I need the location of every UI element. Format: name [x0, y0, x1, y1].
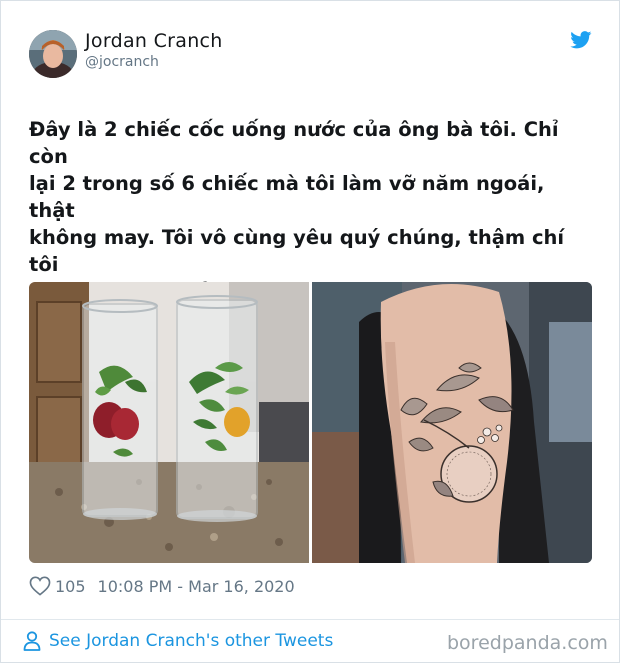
tweet-timestamp[interactable]: 10:08 PM - Mar 16, 2020 — [98, 577, 295, 596]
footer-divider — [1, 619, 619, 620]
other-tweets-link[interactable]: See Jordan Cranch's other Tweets — [23, 631, 333, 651]
like-count[interactable]: 105 — [55, 577, 86, 596]
other-tweets-label[interactable]: See Jordan Cranch's other Tweets — [49, 631, 333, 651]
twitter-bird-icon[interactable] — [570, 31, 592, 49]
tweet-meta: 105 10:08 PM - Mar 16, 2020 — [29, 574, 295, 598]
tweet-text: Đây là 2 chiếc cốc uống nước của ông bà … — [29, 118, 565, 303]
heart-icon[interactable] — [29, 576, 51, 596]
glasses-photo[interactable] — [29, 282, 309, 563]
person-icon — [23, 631, 41, 651]
tweet-card: Jordan Cranch @jocranch Đây là 2 chiếc c… — [0, 0, 620, 663]
tweet-media[interactable] — [29, 282, 592, 563]
watermark: boredpanda.com — [447, 632, 608, 654]
tattoo-photo[interactable] — [312, 282, 592, 563]
author-handle[interactable]: @jocranch — [85, 54, 159, 70]
avatar[interactable] — [29, 30, 77, 78]
author-name[interactable]: Jordan Cranch — [85, 30, 223, 52]
